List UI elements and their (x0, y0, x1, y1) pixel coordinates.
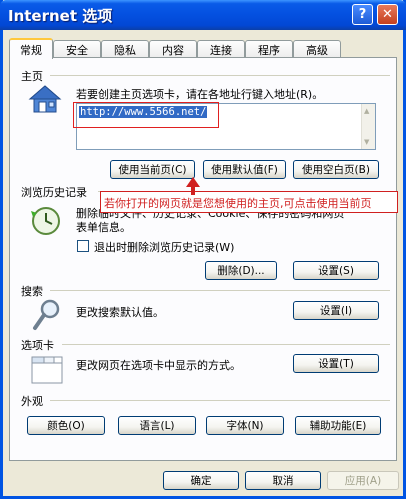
close-icon[interactable]: ✕ (377, 4, 398, 25)
tabs-separator (62, 344, 390, 345)
use-current-button[interactable]: 使用当前页(C) (110, 160, 195, 179)
house-icon (28, 85, 62, 113)
homepage-group-title: 主页 (21, 70, 43, 83)
title-bar[interactable]: Internet 选项 ? ✕ (0, 0, 406, 30)
delete-on-exit-checkbox[interactable] (77, 240, 89, 252)
search-description: 更改搜索默认值。 (76, 306, 164, 319)
use-default-button[interactable]: 使用默认值(F) (203, 160, 286, 179)
cancel-button[interactable]: 取消 (245, 471, 321, 490)
search-group-title: 搜索 (21, 285, 43, 298)
tabbed-window-icon (31, 356, 63, 384)
annotation-arrow-icon (186, 177, 200, 195)
search-settings-button[interactable]: 设置(I) (293, 301, 379, 320)
tabs-description: 更改网页在选项卡中显示的方式。 (76, 359, 241, 372)
tab-content[interactable]: 内容 (149, 40, 197, 58)
homepage-description: 若要创建主页选项卡，请在各地址行键入地址(R)。 (76, 88, 324, 101)
annotation-callout: 若你打开的网页就是您想使用的主页,可点击使用当前页 (100, 191, 398, 213)
languages-button[interactable]: 语言(L) (118, 416, 196, 435)
homepage-separator (50, 75, 390, 76)
history-clock-icon (31, 207, 60, 235)
scroll-down-icon[interactable]: ▼ (364, 138, 369, 146)
history-description-line2: 表单信息。 (76, 221, 131, 234)
window-title: Internet 选项 (8, 7, 113, 25)
magnifier-icon (33, 299, 60, 330)
accessibility-button[interactable]: 辅助功能(E) (295, 416, 381, 435)
appearance-separator (50, 400, 390, 401)
delete-on-exit-label[interactable]: 退出时删除浏览历史记录(W) (94, 239, 234, 255)
tab-programs[interactable]: 程序 (245, 40, 293, 58)
tab-privacy[interactable]: 隐私 (101, 40, 149, 58)
fonts-button[interactable]: 字体(N) (206, 416, 284, 435)
search-separator (50, 290, 390, 291)
tab-advanced[interactable]: 高级 (293, 40, 341, 58)
tabs-settings-button[interactable]: 设置(T) (293, 354, 379, 373)
tab-security[interactable]: 安全 (53, 40, 101, 58)
colors-button[interactable]: 颜色(O) (27, 416, 105, 435)
tab-connections[interactable]: 连接 (197, 40, 245, 58)
history-group-title: 浏览历史记录 (21, 186, 87, 199)
ok-button[interactable]: 确定 (163, 471, 239, 490)
url-scrollbar[interactable]: ▲ ▼ (361, 104, 375, 149)
help-icon[interactable]: ? (352, 4, 373, 25)
url-highlight-frame (73, 102, 219, 128)
tab-general[interactable]: 常规 (9, 38, 53, 59)
use-blank-button[interactable]: 使用空白页(B) (293, 160, 379, 179)
apply-button: 应用(A) (327, 471, 399, 490)
internet-options-window: Internet 选项 ? ✕ 常规 安全 隐私 内容 连接 程序 高级 主页 … (0, 0, 406, 499)
tabs-group-title: 选项卡 (21, 339, 54, 352)
history-settings-button[interactable]: 设置(S) (293, 261, 379, 280)
scroll-up-icon[interactable]: ▲ (364, 107, 369, 115)
appearance-group-title: 外观 (21, 395, 43, 408)
delete-history-button[interactable]: 删除(D)... (205, 261, 277, 280)
general-tab-panel: 主页 若要创建主页选项卡，请在各地址行键入地址(R)。 http://www.5… (9, 57, 397, 461)
